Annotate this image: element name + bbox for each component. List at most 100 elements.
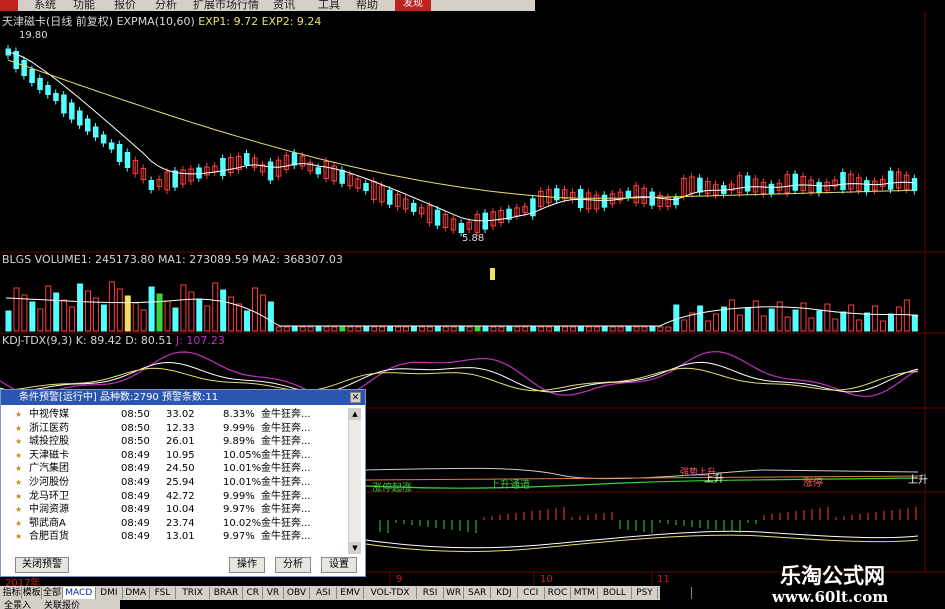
tab-roc[interactable]: ROC xyxy=(545,587,572,599)
watermark-title: 乐淘公式网 xyxy=(780,564,885,588)
candle-body xyxy=(911,178,918,192)
alert-stock-name: 浙江医药 xyxy=(29,422,69,434)
candle-body xyxy=(554,188,560,201)
candle-body xyxy=(172,170,178,188)
volume-bar xyxy=(498,326,505,332)
alert-price: 23.74 xyxy=(166,517,195,529)
volume-bar xyxy=(530,326,537,332)
tab-trix[interactable]: TRIX xyxy=(176,587,210,599)
tab-asi[interactable]: ASI xyxy=(310,587,338,599)
candle-body xyxy=(267,161,274,181)
volume-bar xyxy=(816,310,823,332)
tab-rsi[interactable]: RSI xyxy=(417,587,444,599)
alert-row[interactable]: ★ 鄂武商A 08:49 23.74 10.02% 金牛狂奔... xyxy=(15,517,347,531)
alert-time: 08:49 xyxy=(121,463,150,475)
kdj-panel-title: KDJ-TDX(9,3) K: 89.42 D: 80.51 J: 107.23 xyxy=(2,334,225,347)
tab-mcst[interactable]: MCST xyxy=(658,587,692,599)
tab-boll[interactable]: BOLL xyxy=(598,587,632,599)
alert-window-titlebar[interactable]: 条件预警[运行中] 品种数:2790 预警条数:11 ✕ xyxy=(1,390,365,405)
scroll-down-icon[interactable]: ▼ xyxy=(349,542,361,554)
tab-kdj[interactable]: KDJ xyxy=(491,587,518,599)
tab-dmi[interactable]: DMI xyxy=(96,587,123,599)
volume-bar xyxy=(808,317,815,332)
scroll-up-icon[interactable]: ▲ xyxy=(349,408,361,420)
tab-panorama[interactable]: 全景入 xyxy=(4,600,31,609)
watermark-url: www.60lt.com xyxy=(772,588,889,606)
candle-body xyxy=(697,177,703,193)
tab-vol-tdx[interactable]: VOL-TDX xyxy=(364,587,418,599)
exp1-line xyxy=(7,51,915,222)
kdj-d-line xyxy=(0,367,919,392)
alert-row[interactable]: ★ 沙河股份 08:49 25.94 10.01% 金牛狂奔... xyxy=(15,476,347,490)
candle-body xyxy=(92,126,99,138)
candle-body xyxy=(220,158,226,176)
alert-star-icon: ★ xyxy=(15,491,23,501)
alert-time: 08:49 xyxy=(121,531,150,543)
alert-star-icon: ★ xyxy=(15,477,23,487)
condition-alert-window[interactable]: 条件预警[运行中] 品种数:2790 预警条数:11 ✕ ★ 中视传媒 08:50 3… xyxy=(0,389,366,577)
volume-bar xyxy=(395,326,402,332)
operate-button[interactable]: 操作 xyxy=(229,557,265,573)
tab-psy[interactable]: PSY xyxy=(632,587,659,599)
volume-bar xyxy=(259,294,266,332)
alert-row[interactable]: ★ 天津磁卡 08:49 10.95 10.05% 金牛狂奔... xyxy=(15,449,347,463)
alert-row[interactable]: ★ 中润资源 08:49 10.04 9.97% 金牛狂奔... xyxy=(15,503,347,517)
signal-text: 上升 xyxy=(908,475,928,486)
volume-bar xyxy=(418,326,425,332)
alert-row[interactable]: ★ 合肥百货 08:49 13.01 9.97% 金牛狂奔... xyxy=(15,530,347,544)
tab-macd[interactable]: MACD xyxy=(62,587,96,599)
close-icon[interactable]: ✕ xyxy=(350,392,361,403)
volume-bar xyxy=(474,326,481,332)
alert-time: 08:50 xyxy=(121,436,150,448)
volume-bar xyxy=(482,326,489,332)
tab-cci[interactable]: CCI xyxy=(518,587,545,599)
tab-vr[interactable]: VR xyxy=(263,587,284,599)
tab-模板[interactable]: 模板 xyxy=(22,587,43,599)
alert-condition: 金牛狂奔... xyxy=(261,517,311,529)
volume-bar xyxy=(61,299,68,332)
tab-指标[interactable]: 指标 xyxy=(2,587,23,599)
tab-brar[interactable]: BRAR xyxy=(210,587,244,599)
volume-bar xyxy=(347,326,354,332)
tab-obv[interactable]: OBV xyxy=(284,587,311,599)
tab-dma[interactable]: DMA xyxy=(123,587,150,599)
tab-emv[interactable]: EMV xyxy=(337,587,364,599)
indicator-lines xyxy=(365,467,919,552)
tab-全部[interactable]: 全部 xyxy=(42,587,63,599)
volume-bar xyxy=(577,326,584,332)
alert-row[interactable]: ★ 浙江医药 08:50 12.33 9.99% 金牛狂奔... xyxy=(15,422,347,436)
alert-condition: 金牛狂奔... xyxy=(261,476,311,488)
volume-bar xyxy=(164,300,171,332)
volume-bar xyxy=(426,326,433,332)
volume-bar xyxy=(45,285,52,332)
candle-body xyxy=(601,194,608,208)
tab-mtm[interactable]: MTM xyxy=(571,587,599,599)
volume-bar xyxy=(434,326,441,332)
alert-row[interactable]: ★ 广汽集团 08:49 24.50 10.01% 金牛狂奔... xyxy=(15,462,347,476)
volume-bar xyxy=(848,304,855,332)
settings-button[interactable]: 设置 xyxy=(321,557,357,573)
tab-wr[interactable]: WR xyxy=(444,587,465,599)
candle-body xyxy=(434,209,441,226)
alert-stock-name: 合肥百货 xyxy=(29,531,69,543)
alert-list-scrollbar[interactable]: ▲ ▼ xyxy=(348,408,361,554)
close-alert-button[interactable]: 关闭预警 xyxy=(15,557,69,573)
tab-related-quotes[interactable]: 关联报价 xyxy=(44,600,80,609)
volume-bar xyxy=(895,306,902,332)
alert-row[interactable]: ★ 城投控股 08:50 26.01 9.89% 金牛狂奔... xyxy=(15,435,347,449)
alert-list[interactable]: ★ 中视传媒 08:50 33.02 8.33% 金牛狂奔... ★ 浙江医药 08:50 12.… xyxy=(15,408,347,544)
tab-fsl[interactable]: FSL xyxy=(150,587,177,599)
alert-row[interactable]: ★ 龙马环卫 08:49 42.72 9.99% 金牛狂奔... xyxy=(15,490,347,504)
volume-bar xyxy=(37,308,44,332)
volume-bar xyxy=(220,289,227,332)
candle-body xyxy=(196,167,202,179)
alert-condition: 金牛狂奔... xyxy=(261,490,311,502)
alert-row[interactable]: ★ 中视传媒 08:50 33.02 8.33% 金牛狂奔... xyxy=(15,408,347,422)
volume-bar xyxy=(490,326,497,332)
volume-bar xyxy=(911,314,918,332)
candlesticks xyxy=(5,45,918,237)
analyze-button[interactable]: 分析 xyxy=(275,557,311,573)
tab-sar[interactable]: SAR xyxy=(464,587,491,599)
volume-bar xyxy=(355,326,362,332)
tab-cr[interactable]: CR xyxy=(243,587,264,599)
